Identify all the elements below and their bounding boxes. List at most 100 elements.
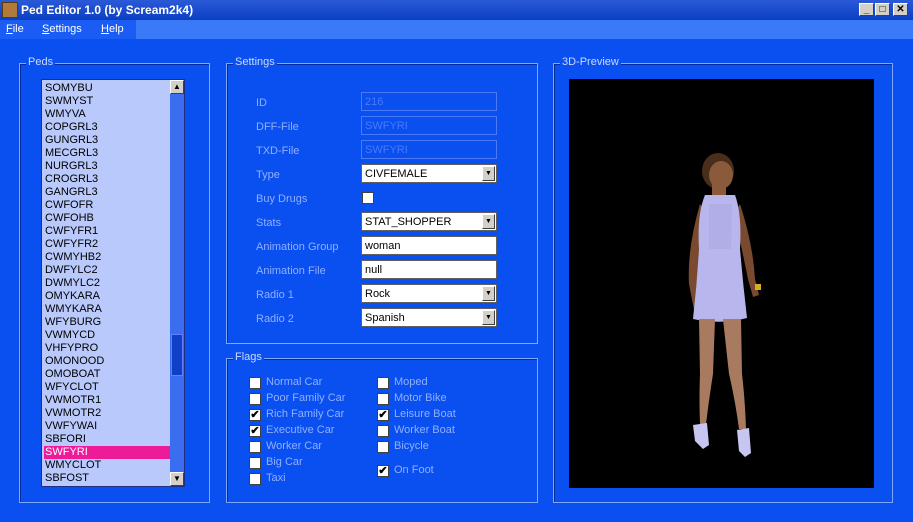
chevron-down-icon[interactable]: ▼ (482, 166, 495, 181)
list-item[interactable]: SWMYST (44, 95, 171, 108)
ped-model-render (688, 153, 761, 457)
flag-label: Worker Car (266, 440, 323, 452)
flag-label: Worker Boat (394, 424, 455, 436)
list-item[interactable]: SBFOST (44, 472, 171, 485)
menu-help[interactable]: Help (101, 23, 124, 35)
menu-settings-rest: ettings (49, 23, 82, 35)
list-item[interactable]: OMOBOAT (44, 368, 171, 381)
txd-file-label: TXD-File (256, 145, 300, 157)
list-item[interactable]: CWFYFR1 (44, 225, 171, 238)
flag-label: Taxi (266, 472, 286, 484)
flag-checkbox-worker-boat[interactable] (377, 425, 389, 437)
flag-checkbox-worker-car[interactable] (249, 441, 261, 453)
flag-checkbox-leisure-boat[interactable]: ✔ (377, 409, 389, 421)
chevron-down-icon[interactable]: ▼ (482, 214, 495, 229)
flag-label: Leisure Boat (394, 408, 456, 420)
flags-group-label: Flags (233, 351, 264, 363)
list-item[interactable]: VHFYPRO (44, 342, 171, 355)
list-item[interactable]: OMONOOD (44, 355, 171, 368)
type-label: Type (256, 169, 280, 181)
stats-value: STAT_SHOPPER (365, 216, 452, 228)
preview-group-label: 3D-Preview (560, 56, 621, 68)
scroll-down-button[interactable]: ▼ (170, 472, 184, 486)
list-item[interactable]: SOMYBU (44, 82, 171, 95)
scroll-up-button[interactable]: ▲ (170, 80, 184, 94)
flag-checkbox-bicycle[interactable] (377, 441, 389, 453)
list-item[interactable]: VWMOTR2 (44, 407, 171, 420)
menu-file-rest: ile (12, 23, 24, 35)
close-button[interactable]: ✕ (893, 3, 908, 16)
peds-scrollbar[interactable]: ▲ ▼ (170, 80, 184, 486)
list-item[interactable]: MECGRL3 (44, 147, 171, 160)
list-item[interactable]: WMYKARA (44, 303, 171, 316)
list-item[interactable]: VWMOTR1 (44, 394, 171, 407)
dff-file-label: DFF-File (256, 121, 299, 133)
menu-help-rest: elp (108, 23, 124, 35)
3d-preview-viewport[interactable] (569, 79, 874, 488)
flag-checkbox-big-car[interactable] (249, 457, 261, 469)
list-item[interactable]: COPGRL3 (44, 121, 171, 134)
list-item[interactable]: CROGRL3 (44, 173, 171, 186)
maximize-button[interactable]: □ (875, 3, 890, 16)
menu-bar-filler (136, 20, 913, 39)
flag-checkbox-on-foot[interactable]: ✔ (377, 465, 389, 477)
chevron-down-icon[interactable]: ▼ (482, 310, 495, 325)
list-item[interactable]: WMYVA (44, 108, 171, 121)
menu-file-mnemonic: F (6, 23, 13, 35)
minimize-button[interactable]: _ (859, 3, 874, 16)
flag-checkbox-motor-bike[interactable] (377, 393, 389, 405)
scroll-thumb[interactable] (171, 334, 183, 376)
flag-checkbox-moped[interactable] (377, 377, 389, 389)
app-icon[interactable] (2, 2, 18, 18)
flag-label: On Foot (394, 464, 434, 476)
menu-settings[interactable]: Settings (42, 23, 82, 35)
menu-file[interactable]: File (6, 23, 24, 35)
flag-label: Big Car (266, 456, 303, 468)
menu-bar: File Settings Help (0, 20, 913, 39)
list-item[interactable]: VWMYCD (44, 329, 171, 342)
radio2-label: Radio 2 (256, 313, 294, 325)
id-field: 216 (361, 92, 497, 111)
list-item[interactable]: SBFORI (44, 433, 171, 446)
flag-checkbox-normal-car[interactable] (249, 377, 261, 389)
list-item[interactable]: CWFOHB (44, 212, 171, 225)
window-title: Ped Editor 1.0 (by Scream2k4) (21, 3, 194, 17)
list-item[interactable]: GANGRL3 (44, 186, 171, 199)
animation-group-label: Animation Group (256, 241, 339, 253)
peds-listbox[interactable]: SOMYBU SWMYST WMYVA COPGRL3 GUNGRL3 MECGRL3 NU… (41, 79, 185, 487)
list-item[interactable]: CWMYHB2 (44, 251, 171, 264)
list-item[interactable]: VWFYWAI (44, 420, 171, 433)
chevron-down-icon[interactable]: ▼ (482, 286, 495, 301)
list-item[interactable]: DWFYLC2 (44, 264, 171, 277)
radio1-dropdown[interactable]: Rock ▼ (361, 284, 497, 303)
animation-group-field[interactable]: woman (361, 236, 497, 255)
buy-drugs-checkbox[interactable] (362, 192, 374, 204)
list-item[interactable]: WFYBURG (44, 316, 171, 329)
list-item[interactable]: NURGRL3 (44, 160, 171, 173)
flag-checkbox-taxi[interactable] (249, 473, 261, 485)
flag-label: Normal Car (266, 376, 323, 388)
flag-checkbox-rich-family-car[interactable]: ✔ (249, 409, 261, 421)
title-bar: Ped Editor 1.0 (by Scream2k4) _ □ ✕ (0, 0, 913, 20)
peds-group-label: Peds (26, 56, 56, 68)
radio2-dropdown[interactable]: Spanish ▼ (361, 308, 497, 327)
type-dropdown[interactable]: CIVFEMALE ▼ (361, 164, 497, 183)
list-item[interactable]: DWMYLC2 (44, 277, 171, 290)
list-item[interactable]: GUNGRL3 (44, 134, 171, 147)
list-item[interactable]: CWFOFR (44, 199, 171, 212)
list-item[interactable]: WFYCLOT (44, 381, 171, 394)
flag-label: Poor Family Car (266, 392, 346, 404)
menu-help-mnemonic: H (101, 23, 109, 35)
list-item[interactable]: CWFYFR2 (44, 238, 171, 251)
flag-checkbox-poor-family-car[interactable] (249, 393, 261, 405)
stats-label: Stats (256, 217, 282, 229)
list-item[interactable]: SWFYRI (44, 446, 171, 459)
buy-drugs-label: Buy Drugs (256, 193, 308, 205)
list-item[interactable]: WMYCLOT (44, 459, 171, 472)
list-item[interactable]: OMYKARA (44, 290, 171, 303)
stats-dropdown[interactable]: STAT_SHOPPER ▼ (361, 212, 497, 231)
flag-checkbox-executive-car[interactable]: ✔ (249, 425, 261, 437)
animation-file-field[interactable]: null (361, 260, 497, 279)
flag-label: Executive Car (266, 424, 335, 436)
radio1-value: Rock (365, 288, 391, 300)
